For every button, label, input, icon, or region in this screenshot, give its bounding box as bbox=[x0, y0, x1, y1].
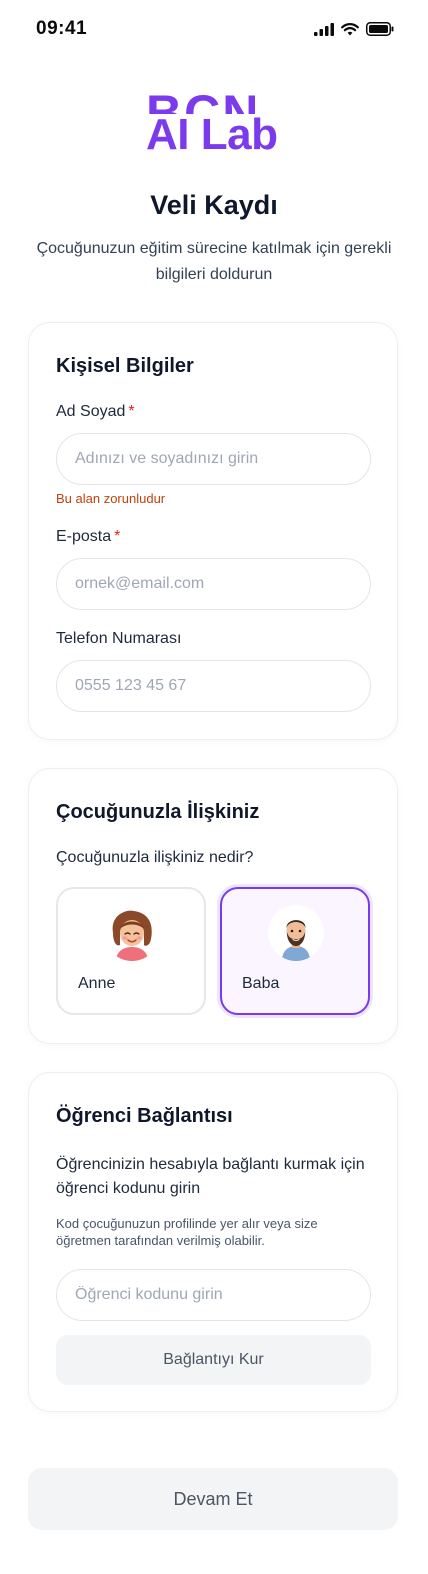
mother-avatar-icon bbox=[112, 910, 152, 961]
phone-label: Telefon Numarası bbox=[56, 630, 182, 647]
relationship-option-label: Anne bbox=[78, 975, 116, 992]
phone-input[interactable] bbox=[56, 660, 371, 712]
status-time: 09:41 bbox=[36, 18, 88, 39]
page-subtitle: Çocuğunuzun eğitim sürecine katılmak içi… bbox=[36, 240, 392, 283]
relationship-option-mother[interactable]: Anne bbox=[56, 887, 206, 1015]
personal-info-card: Kişisel Bilgiler Ad Soyad* Bu alan zorun… bbox=[28, 322, 398, 740]
full-name-error: Bu alan zorunludur bbox=[56, 491, 166, 506]
relationship-option-father[interactable]: Baba bbox=[220, 887, 370, 1015]
student-link-title: Öğrenci Bağlantısı bbox=[56, 1105, 233, 1127]
relationship-option-label: Baba bbox=[242, 975, 280, 992]
relationship-title: Çocuğunuzla İlişkiniz bbox=[56, 801, 260, 823]
relationship-card: Çocuğunuzla İlişkiniz Çocuğunuzla ilişki… bbox=[28, 768, 398, 1044]
bcn-ai-lab-logo: BCN AI Lab bbox=[146, 92, 282, 160]
personal-info-title: Kişisel Bilgiler bbox=[56, 355, 194, 377]
email-input[interactable] bbox=[56, 558, 371, 610]
required-mark: * bbox=[114, 528, 121, 545]
student-link-hint: Kod çocuğunuzun profilinde yer alır veya… bbox=[56, 1216, 318, 1248]
wifi-icon bbox=[341, 22, 359, 35]
continue-button[interactable]: Devam Et bbox=[28, 1468, 398, 1530]
connect-button[interactable]: Bağlantıyı Kur bbox=[56, 1335, 371, 1385]
cellular-signal-icon bbox=[314, 22, 334, 36]
relationship-question: Çocuğunuzla ilişkiniz nedir? bbox=[56, 849, 254, 866]
logo-bottom-text: AI Lab bbox=[146, 110, 278, 159]
full-name-input[interactable] bbox=[56, 433, 371, 485]
status-icons bbox=[314, 22, 394, 36]
status-bar: 09:41 bbox=[0, 0, 428, 58]
student-link-description: Öğrencinizin hesabıyla bağlantı kurmak i… bbox=[56, 1156, 365, 1197]
page-title: Veli Kaydı bbox=[150, 190, 278, 220]
email-label: E-posta * bbox=[56, 528, 121, 545]
student-code-input[interactable] bbox=[56, 1269, 371, 1321]
required-mark: * bbox=[128, 403, 135, 420]
battery-icon bbox=[366, 22, 394, 36]
full-name-label: Ad Soyad * bbox=[56, 403, 135, 420]
student-link-card: Öğrenci Bağlantısı Öğrencinizin hesabıyl… bbox=[28, 1072, 398, 1412]
father-avatar-icon bbox=[268, 905, 324, 961]
